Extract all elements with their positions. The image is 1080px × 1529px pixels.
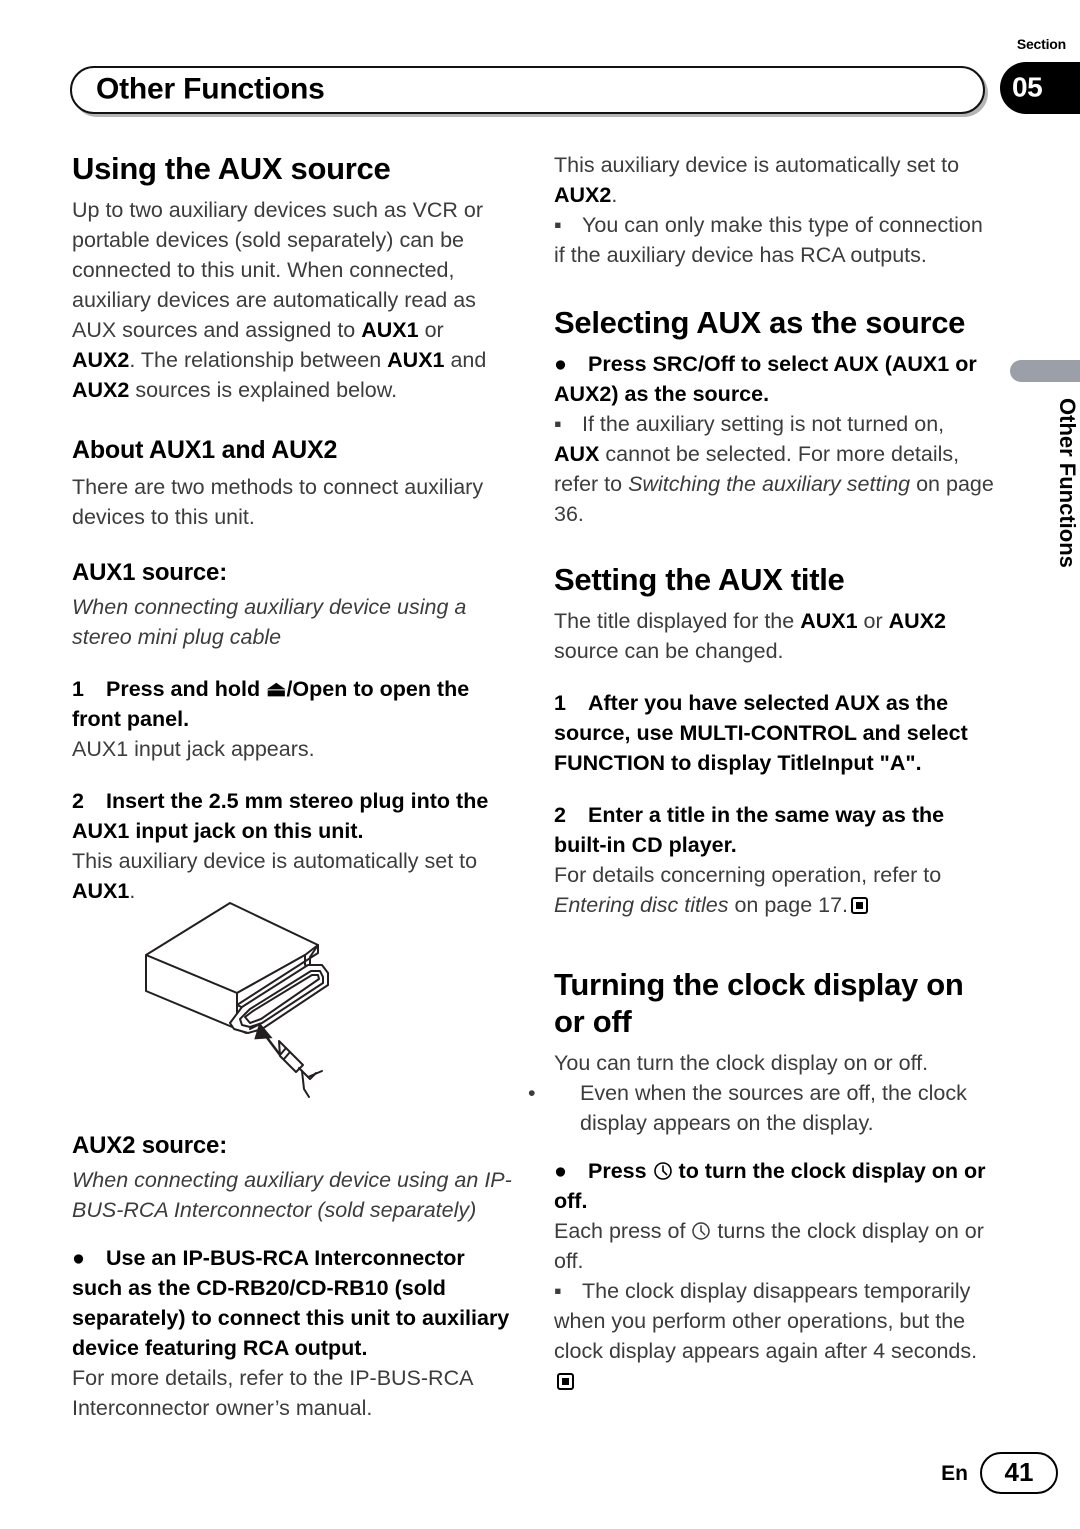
clock-each-press-a: Each press of xyxy=(554,1219,692,1243)
clock-sub-note-text: Even when the sources are off, the clock… xyxy=(580,1081,967,1135)
bullet-dot-icon: ● xyxy=(554,1159,567,1183)
end-of-section-marker-icon xyxy=(557,1373,574,1390)
round-bullet-icon: • xyxy=(528,1081,536,1105)
side-tab-label: Other Functions xyxy=(1055,398,1080,568)
select-aux-note-a: If the auxiliary setting is not turned o… xyxy=(582,412,945,436)
page-title: Other Functions xyxy=(96,72,325,106)
clock-each-press-note: Each press of turns the clock display on… xyxy=(554,1216,994,1276)
heading-setting-aux-title: Setting the AUX title xyxy=(554,562,845,597)
intro-aux1: AUX1 xyxy=(361,318,419,342)
setting-title-aux2: AUX2 xyxy=(888,609,946,633)
setting-title-intro-b: source can be changed. xyxy=(554,639,784,663)
rca-outputs-note: ▪ You can only make this type of connecti… xyxy=(554,210,994,270)
intro-or: or xyxy=(418,318,444,342)
aux-title-step-1-text: After you have selected AUX as the sourc… xyxy=(554,691,968,775)
clock-sub-note: • Even when the sources are off, the cloc… xyxy=(528,1078,994,1138)
about-paragraph: There are two methods to connect auxilia… xyxy=(72,475,484,529)
clock-bullet-item: ● Press to turn the clock display on or o… xyxy=(554,1156,994,1216)
heading-about-aux: About AUX1 and AUX2 xyxy=(72,436,338,464)
clock-icon xyxy=(691,1219,711,1240)
aux1-step-1: 1 Press and hold ⏏/Open to open the front… xyxy=(72,674,512,734)
clock-icon xyxy=(653,1159,673,1180)
select-aux-bullet-item: ● Press SRC/Off to select AUX (AUX1 or AU… xyxy=(554,349,994,409)
rca-outputs-note-text: You can only make this type of connectio… xyxy=(554,213,983,267)
heading-aux1-source: AUX1 source: xyxy=(72,559,227,586)
section-label: Section xyxy=(1016,36,1066,52)
aux-title-step-2: 2 Enter a title in the same way as the bu… xyxy=(554,800,994,860)
aux2-italic-note: When connecting auxiliary device using a… xyxy=(72,1168,512,1222)
select-aux-bullet-text: Press SRC/Off to select AUX (AUX1 or AUX… xyxy=(554,352,977,406)
heading-clock-display: Turning the clock display on or off xyxy=(554,967,964,1039)
aux-title-step-1: 1 After you have selected AUX as the sour… xyxy=(554,688,994,778)
aux-title-step-1-number: 1 xyxy=(554,691,566,715)
setting-title-aux1: AUX1 xyxy=(800,609,858,633)
intro-text-2: . The relationship between xyxy=(129,348,388,372)
intro-aux1-b: AUX1 xyxy=(387,348,445,372)
page-footer: En 41 xyxy=(0,1450,1080,1510)
square-marker-icon: ▪ xyxy=(554,412,562,436)
aux2-bullet-text: Use an IP-BUS-RCA Interconnector such as… xyxy=(72,1246,510,1360)
select-aux-note: ▪ If the auxiliary setting is not turned … xyxy=(554,409,994,529)
aux-title-step-2-text: Enter a title in the same way as the bui… xyxy=(554,803,945,857)
end-of-section-marker-icon xyxy=(851,897,869,914)
aux1-step-2-text: Insert the 2.5 mm stereo plug into the A… xyxy=(72,789,489,843)
left-column: Using the AUX source Up to two auxiliary… xyxy=(72,150,512,1423)
aux2-auto-set-note-bold: AUX2 xyxy=(554,183,612,207)
setting-title-or: or xyxy=(857,609,889,633)
clock-temporary-note-text: The clock display disappears temporarily… xyxy=(554,1279,978,1363)
aux1-step-2-number: 2 xyxy=(72,789,84,813)
aux-title-step-2-note-a: For details concerning operation, refer … xyxy=(554,863,942,887)
select-aux-note-bold: AUX xyxy=(554,442,600,466)
clock-intro: You can turn the clock display on or off… xyxy=(554,1051,929,1075)
footer-language: En xyxy=(941,1462,968,1485)
heading-selecting-aux: Selecting AUX as the source xyxy=(554,305,966,340)
section-number: 05 xyxy=(1012,71,1043,103)
footer-page-badge: 41 xyxy=(980,1452,1058,1494)
setting-title-intro: The title displayed for the AUX1 or AUX2… xyxy=(554,606,994,666)
footer-page-number: 41 xyxy=(1004,1456,1034,1487)
aux1-step-2-note-a: This auxiliary device is automatically s… xyxy=(72,849,478,873)
aux1-step-1-number: 1 xyxy=(72,677,84,701)
clock-temporary-note: ▪ The clock display disappears temporaril… xyxy=(554,1276,994,1396)
bullet-dot-icon: ● xyxy=(554,352,567,376)
page-header: Other Functions Section 05 xyxy=(0,0,1080,130)
aux2-auto-set-note-b: . xyxy=(611,183,618,207)
aux-title-step-2-note: For details concerning operation, refer … xyxy=(554,860,994,920)
aux-title-step-2-note-italic: Entering disc titles xyxy=(554,893,729,917)
bullet-dot-icon: ● xyxy=(72,1246,85,1270)
section-number-tab: 05 xyxy=(1000,62,1080,114)
aux2-auto-set-note-a: This auxiliary device is automatically s… xyxy=(554,153,960,177)
select-aux-note-italic: Switching the auxiliary setting xyxy=(628,472,911,496)
intro-aux2-b: AUX2 xyxy=(72,378,130,402)
heading-aux2-source: AUX2 source: xyxy=(72,1132,227,1159)
header-title-box: Other Functions xyxy=(70,66,985,114)
clock-bullet-text-a: Press xyxy=(588,1159,653,1183)
intro-paragraph: Up to two auxiliary devices such as VCR … xyxy=(72,195,512,405)
intro-text-3: sources is explained below. xyxy=(129,378,398,402)
car-stereo-aux1-jack-illustration xyxy=(90,895,450,1110)
right-column: This auxiliary device is automatically s… xyxy=(528,150,994,1396)
square-marker-icon: ▪ xyxy=(554,213,562,237)
aux1-italic-note: When connecting auxiliary device using a… xyxy=(72,595,467,649)
side-tab-bar xyxy=(1010,360,1080,382)
side-tab: Other Functions xyxy=(1008,360,1080,650)
aux1-step-1-text-a: Press and hold xyxy=(106,677,267,701)
aux2-note: For more details, refer to the IP-BUS-RC… xyxy=(72,1366,473,1420)
heading-using-aux-source: Using the AUX source xyxy=(72,151,391,186)
aux-title-step-2-note-b: on page 17. xyxy=(728,893,849,917)
setting-title-intro-a: The title displayed for the xyxy=(554,609,801,633)
aux-title-step-2-number: 2 xyxy=(554,803,566,827)
square-marker-icon: ▪ xyxy=(554,1279,562,1303)
eject-icon: ⏏ xyxy=(266,677,287,701)
aux2-bullet-item: ● Use an IP-BUS-RCA Interconnector such a… xyxy=(72,1243,512,1363)
aux1-step-2: 2 Insert the 2.5 mm stereo plug into the … xyxy=(72,786,512,846)
aux1-step-1-note: AUX1 input jack appears. xyxy=(72,737,315,761)
intro-aux2: AUX2 xyxy=(72,348,130,372)
intro-and: and xyxy=(444,348,487,372)
aux2-auto-set-note: This auxiliary device is automatically s… xyxy=(554,150,994,210)
